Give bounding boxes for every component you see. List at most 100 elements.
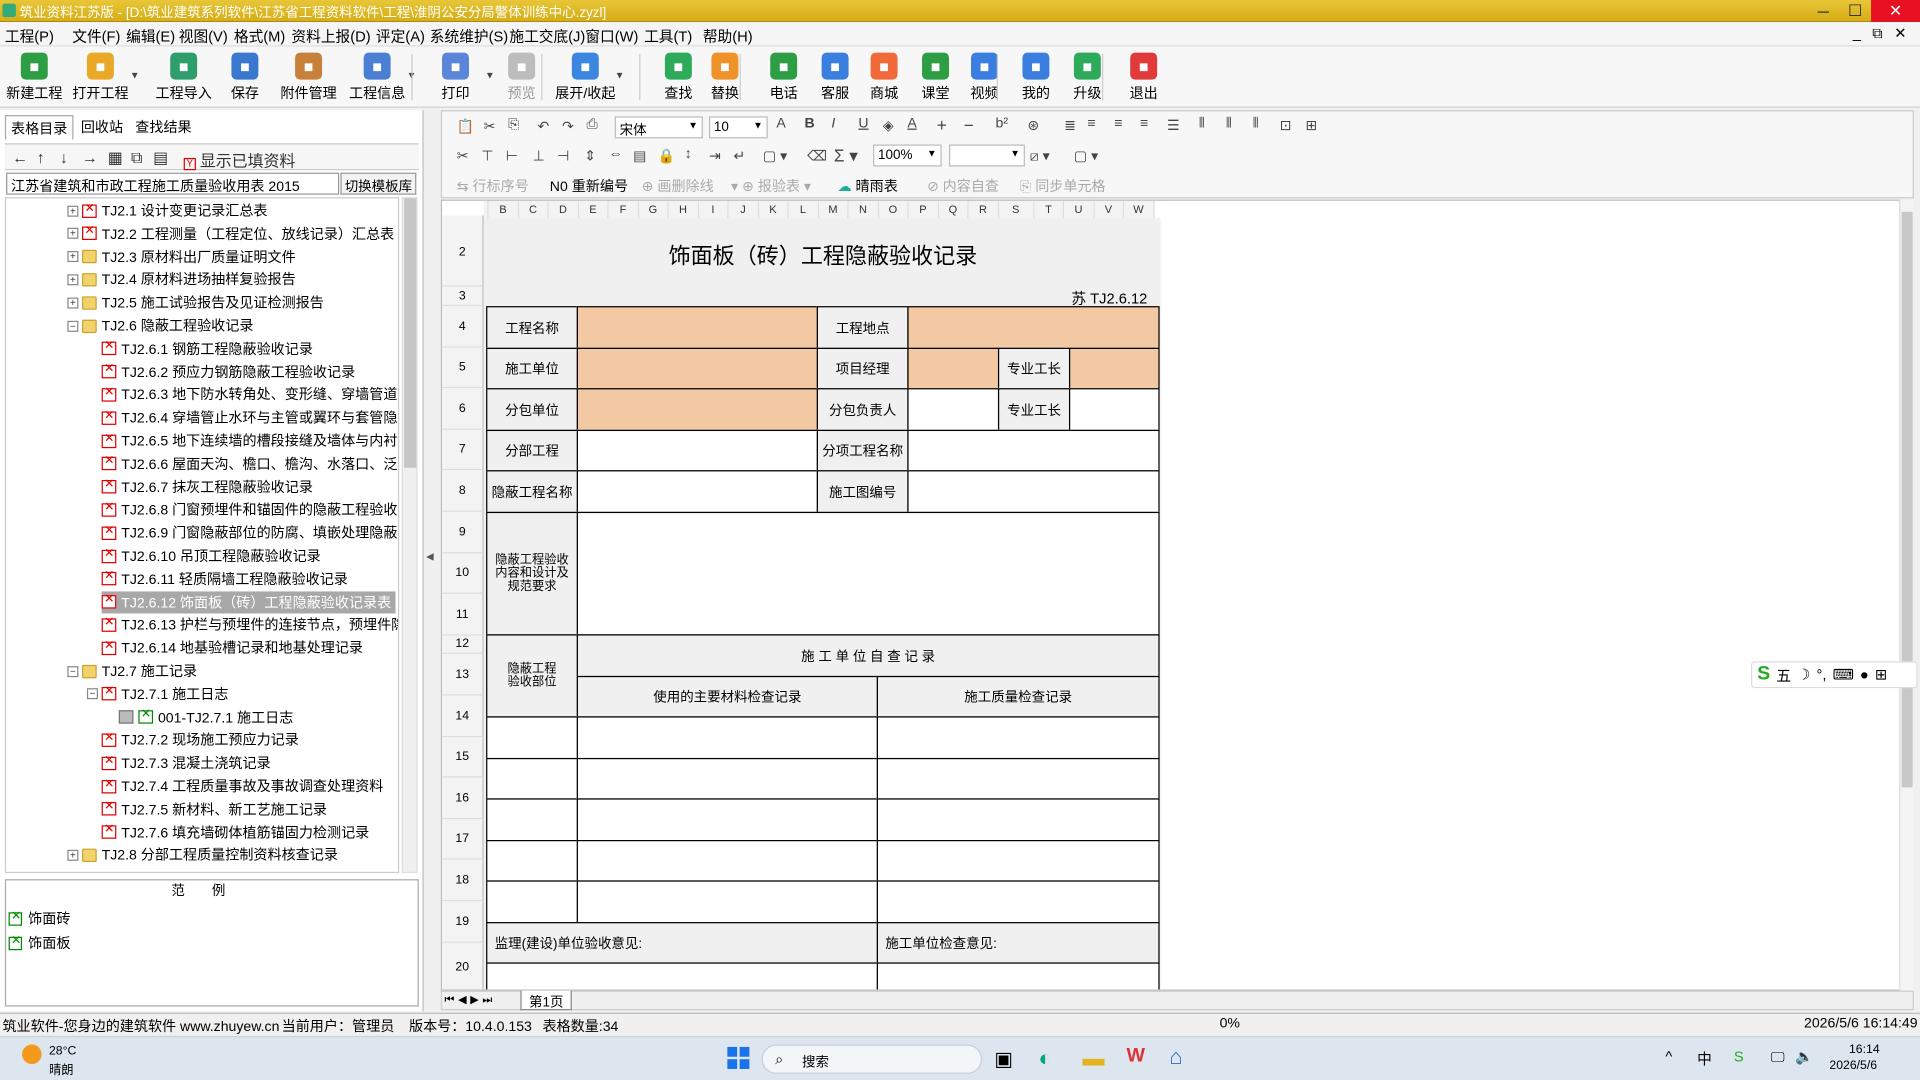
- row-label[interactable]: 14: [442, 695, 484, 738]
- menu-window[interactable]: 窗口(W): [585, 26, 638, 47]
- plus-icon[interactable]: +: [937, 115, 947, 135]
- table-icon[interactable]: ▦: [108, 148, 123, 168]
- construction-unit-input[interactable]: [576, 347, 818, 390]
- superscript-icon[interactable]: b²: [996, 116, 1009, 131]
- strikethrough-button[interactable]: ⊕ 画删除线: [642, 176, 714, 196]
- menu-help[interactable]: 帮助(H): [703, 26, 753, 47]
- user-icon[interactable]: ●: [1860, 666, 1869, 683]
- switch-template-button[interactable]: 切换模板库: [340, 172, 417, 195]
- tree-item[interactable]: TJ2.7.3 混凝土浇筑记录: [101, 752, 271, 774]
- tree-item[interactable]: + TJ2.4 原材料进场抽样复验报告: [67, 269, 296, 291]
- tree-item[interactable]: TJ2.6.8 门窗预埋件和锚固件的隐蔽工程验收记录: [101, 499, 398, 521]
- minus-icon[interactable]: −: [964, 115, 974, 135]
- tab-recycle[interactable]: 回收站: [76, 115, 128, 139]
- menu-format[interactable]: 格式(M): [234, 26, 285, 47]
- tree-item[interactable]: TJ2.6.10 吊顶工程隐蔽验收记录: [101, 545, 321, 567]
- record-cell[interactable]: [486, 880, 578, 924]
- collapse-icon[interactable]: −: [86, 688, 98, 700]
- sub-manager-input[interactable]: [907, 388, 1000, 432]
- record-cell[interactable]: [576, 839, 878, 883]
- hidden-name-input[interactable]: [576, 470, 818, 514]
- row-label[interactable]: 10: [442, 553, 484, 594]
- format-painter-icon[interactable]: ⎙: [587, 118, 598, 134]
- tree-scrollbar[interactable]: [401, 197, 418, 874]
- panel-splitter[interactable]: ◀: [424, 110, 435, 1012]
- record-cell[interactable]: [876, 798, 1160, 841]
- tree-item[interactable]: TJ2.7.4 工程质量事故及事故调查处理资料: [101, 775, 384, 797]
- record-cell[interactable]: [576, 880, 878, 924]
- grid-icon[interactable]: ⊞: [1875, 666, 1887, 683]
- expand-icon[interactable]: +: [67, 297, 79, 309]
- row-label[interactable]: 15: [442, 737, 484, 778]
- column-label[interactable]: B: [488, 200, 519, 218]
- column-label[interactable]: N: [848, 200, 879, 218]
- tree-item[interactable]: TJ2.7.2 现场施工预应力记录: [101, 729, 299, 751]
- tree-item[interactable]: TJ2.6.6 屋面天沟、檐口、檐沟、水落口、泛水、: [101, 453, 398, 475]
- tree-item[interactable]: + TJ2.8 分部工程质量控制资料核查记录: [67, 844, 338, 866]
- expand-icon[interactable]: +: [67, 228, 79, 240]
- tree-item[interactable]: TJ2.6.12 饰面板（砖）工程隐蔽验收记录表: [101, 590, 396, 613]
- row-label[interactable]: 13: [442, 653, 484, 696]
- menu-evaluate[interactable]: 评定(A): [376, 26, 425, 47]
- column-label[interactable]: K: [758, 200, 789, 218]
- task-view-icon[interactable]: ▣: [994, 1047, 1013, 1071]
- close-icon[interactable]: ✕: [1871, 0, 1920, 23]
- undo-icon[interactable]: ↶: [538, 118, 550, 135]
- menu-tools[interactable]: 工具(T): [644, 26, 692, 47]
- delete-row-icon[interactable]: ⊥: [533, 147, 545, 164]
- network-icon[interactable]: 🖵: [1771, 1048, 1785, 1066]
- tree-item[interactable]: TJ2.6.4 穿墙管止水环与主管或翼环与套管隐蔽验: [101, 407, 398, 429]
- column-label[interactable]: P: [908, 200, 939, 218]
- collapse-icon[interactable]: −: [67, 320, 79, 332]
- line-spacing-icon[interactable]: ↕: [684, 147, 691, 162]
- font-select[interactable]: 宋体 ▼: [614, 116, 703, 139]
- tree-item[interactable]: TJ2.6.2 预应力钢筋隐蔽工程验收记录: [101, 361, 356, 383]
- tree-item[interactable]: − TJ2.7.1 施工日志: [86, 683, 228, 705]
- template-library-select[interactable]: 江苏省建筑和市政工程施工质量验收用表 2015: [6, 172, 340, 195]
- menu-project[interactable]: 工程(P): [5, 26, 54, 47]
- sum-icon[interactable]: Σ ▾: [834, 146, 858, 167]
- expand-icon[interactable]: +: [67, 849, 79, 861]
- table-fmt-icon[interactable]: ▤: [633, 147, 646, 164]
- row-label[interactable]: 8: [442, 470, 484, 512]
- toolbar-button-open-project[interactable]: ■ 打开工程 ▼: [66, 50, 140, 104]
- align-left-icon[interactable]: ≡: [1087, 116, 1095, 131]
- row-label[interactable]: 5: [442, 347, 484, 389]
- volume-icon[interactable]: 🔈: [1795, 1048, 1813, 1065]
- toolbar-button-exit[interactable]: ■ 退出: [1109, 50, 1178, 104]
- column-label[interactable]: G: [638, 200, 669, 218]
- record-cell[interactable]: [576, 716, 878, 759]
- toolbar-button-print[interactable]: ■ 打印 ▼: [421, 50, 495, 104]
- report-table-button[interactable]: ▾ ⊕ 报验表 ▾: [731, 176, 811, 196]
- supervisor-opinion-input[interactable]: [486, 962, 878, 990]
- dropdown-arrow-icon[interactable]: ▼: [130, 70, 140, 81]
- tab-search-results[interactable]: 查找结果: [130, 115, 196, 139]
- menu-file[interactable]: 文件(F): [72, 26, 120, 47]
- sheet-tab[interactable]: 第1页: [520, 990, 572, 1011]
- record-cell[interactable]: [576, 757, 878, 800]
- menu-view[interactable]: 视图(V): [179, 26, 228, 47]
- row-label[interactable]: 3: [442, 286, 484, 307]
- column-label[interactable]: F: [608, 200, 639, 218]
- font-color-icon[interactable]: A: [907, 116, 916, 131]
- column-label[interactable]: V: [1094, 200, 1125, 218]
- row-label[interactable]: 2: [442, 217, 484, 287]
- tree-item[interactable]: − TJ2.6 隐蔽工程验收记录: [67, 315, 253, 337]
- wrap-icon[interactable]: ↵: [733, 147, 745, 164]
- row-label[interactable]: 4: [442, 306, 484, 348]
- tree-item[interactable]: TJ2.6.3 地下防水转角处、变形缝、穿墙管道、后: [101, 384, 398, 406]
- mdi-controls[interactable]: _ ⧉ ✕: [1853, 24, 1911, 42]
- maximize-icon[interactable]: ☐: [1839, 0, 1871, 22]
- keyboard-icon[interactable]: ⌨: [1833, 666, 1854, 683]
- copy-icon[interactable]: ⧉: [131, 148, 142, 168]
- project-name-input[interactable]: [576, 306, 818, 349]
- indent-icon[interactable]: ⇥: [709, 147, 721, 164]
- column-label[interactable]: T: [1034, 200, 1065, 218]
- tree-item[interactable]: TJ2.6.1 钢筋工程隐蔽验收记录: [101, 338, 313, 360]
- arrow-left-icon[interactable]: ←: [12, 148, 28, 166]
- tree-item[interactable]: TJ2.6.14 地基验槽记录和地基处理记录: [101, 637, 363, 659]
- hidden-content-input[interactable]: [576, 511, 1160, 636]
- font-icon[interactable]: A: [776, 116, 785, 131]
- dropdown-arrow-icon[interactable]: ▼: [615, 70, 625, 81]
- expand-icon[interactable]: +: [67, 274, 79, 286]
